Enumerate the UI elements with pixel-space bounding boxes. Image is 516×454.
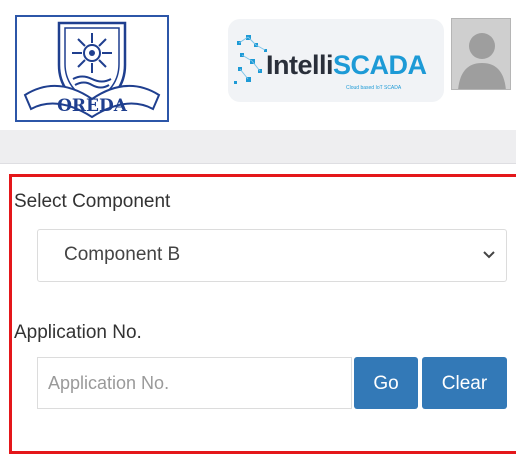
component-select[interactable]: Component B (37, 229, 507, 282)
intelliscada-logo: IntelliSCADA Cloud based IoT SCADA (228, 19, 444, 102)
brand-name-part2: SCADA (333, 50, 427, 80)
application-number-input[interactable] (37, 357, 352, 409)
application-label: Application No. (14, 322, 142, 343)
oreda-logo: OREDA (15, 15, 169, 122)
toolbar-band (0, 130, 516, 164)
toolbar-band-divider (0, 163, 516, 164)
oreda-logo-text: OREDA (57, 96, 128, 116)
clear-button[interactable]: Clear (422, 357, 507, 409)
oreda-emblem-icon: OREDA (23, 21, 161, 119)
component-select-value: Component B (64, 244, 181, 265)
header: OREDA IntelliSCADA Cloud based IoT SCADA (0, 0, 516, 130)
search-panel (9, 174, 516, 454)
user-avatar-icon (452, 19, 510, 89)
brand-name: IntelliSCADA (266, 50, 427, 81)
chevron-down-icon (483, 251, 495, 259)
brand-name-part1: Intelli (266, 50, 334, 80)
component-label: Select Component (14, 191, 171, 212)
avatar[interactable] (451, 18, 511, 90)
brand-tagline: Cloud based IoT SCADA (346, 85, 402, 91)
go-button[interactable]: Go (354, 357, 418, 409)
